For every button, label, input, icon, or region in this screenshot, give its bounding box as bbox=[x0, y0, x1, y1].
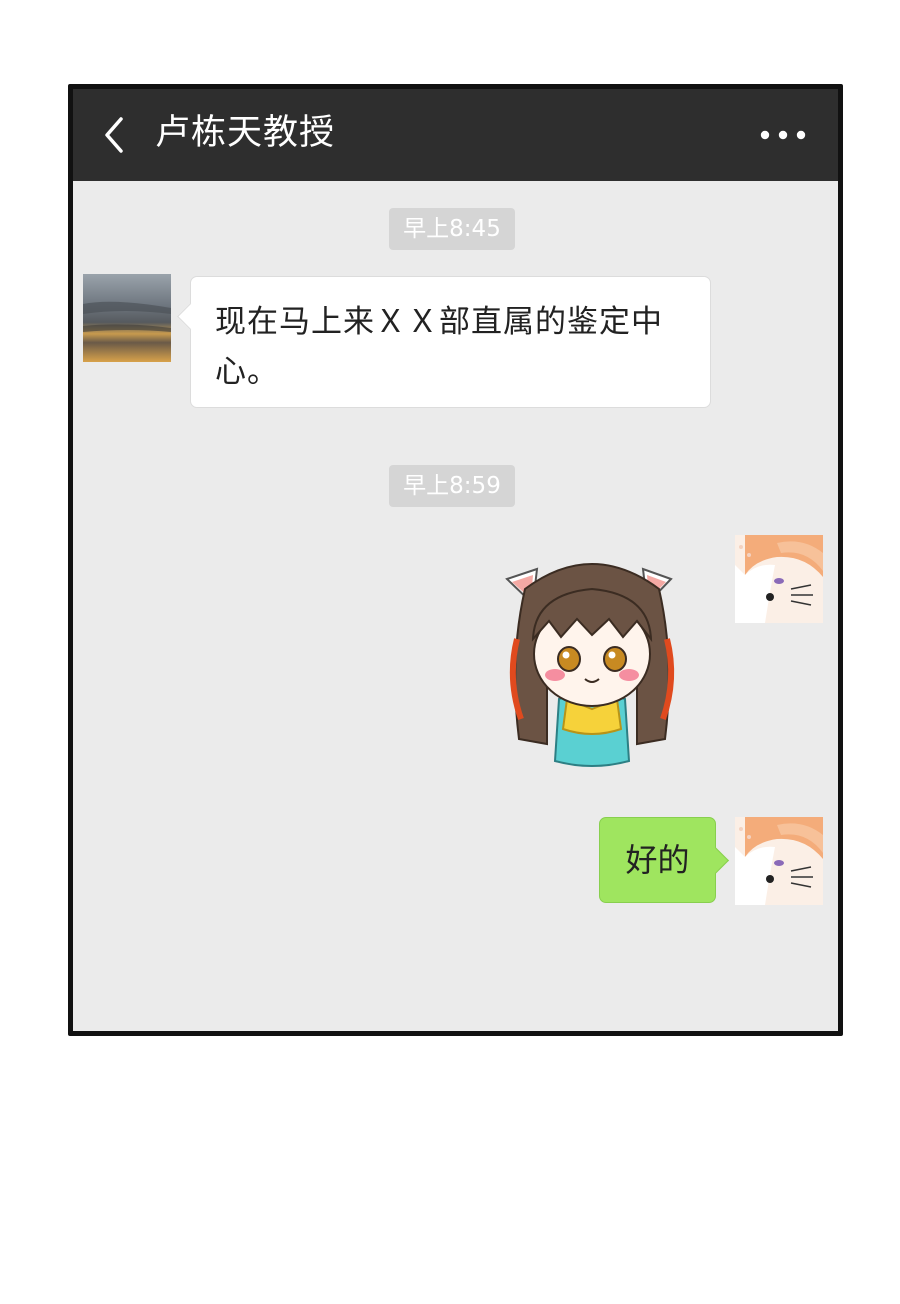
cat-girl-avatar bbox=[735, 817, 823, 905]
more-dots-icon bbox=[760, 130, 806, 140]
back-button[interactable] bbox=[97, 111, 133, 159]
top-nav-bar: 卢栋天教授 bbox=[73, 89, 838, 181]
contact-avatar[interactable] bbox=[83, 274, 171, 362]
timestamp: 早上8:45 bbox=[389, 208, 515, 250]
chat-window: 卢栋天教授 早上8:45 现在马上来ＸＸ部直属的鉴定中心。 早上8:59 好的 bbox=[68, 84, 843, 1036]
chat-title: 卢栋天教授 bbox=[155, 113, 336, 153]
my-avatar[interactable] bbox=[735, 535, 823, 623]
outgoing-message-bubble[interactable]: 好的 bbox=[599, 817, 716, 903]
sticker-message[interactable] bbox=[497, 549, 687, 779]
my-avatar[interactable] bbox=[735, 817, 823, 905]
chevron-left-icon bbox=[105, 117, 123, 153]
sunset-sky-avatar bbox=[83, 274, 171, 362]
chibi-girl-sticker bbox=[505, 563, 675, 767]
timestamp: 早上8:59 bbox=[389, 465, 515, 507]
incoming-message-bubble[interactable]: 现在马上来ＸＸ部直属的鉴定中心。 bbox=[190, 276, 711, 408]
more-options-button[interactable] bbox=[756, 117, 810, 153]
cat-girl-avatar bbox=[735, 535, 823, 623]
